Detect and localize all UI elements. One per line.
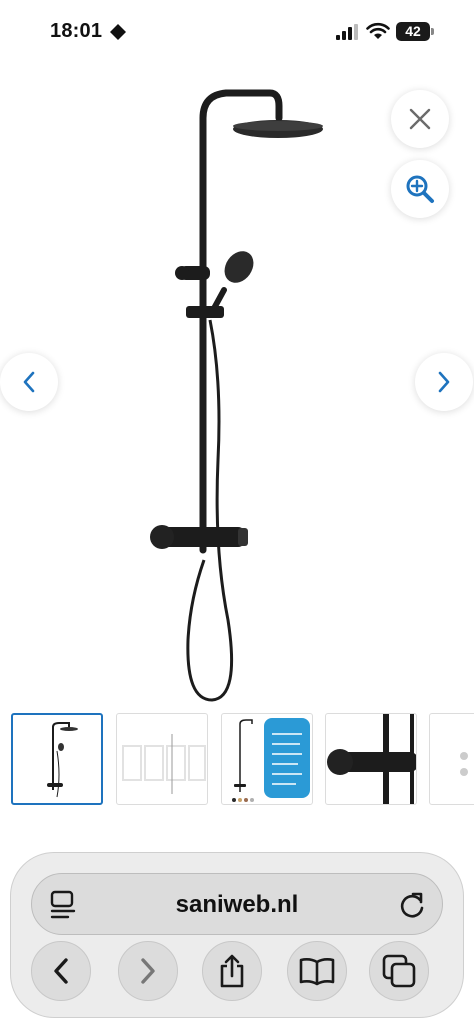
thumbnail-dimensions-image	[122, 734, 206, 794]
forward-button[interactable]	[118, 941, 178, 1001]
chevron-right-icon	[438, 371, 450, 393]
thumbnail-dimensions[interactable]	[116, 713, 208, 805]
forward-arrow-icon	[141, 958, 155, 984]
status-time: 18:01	[50, 20, 103, 42]
close-button[interactable]	[391, 90, 449, 148]
address-bar[interactable]: saniweb.nl	[31, 873, 443, 935]
url-text: saniweb.nl	[175, 891, 299, 918]
back-button[interactable]	[31, 941, 91, 1001]
thumbnail-shower-set[interactable]	[11, 713, 103, 805]
zoom-in-icon	[406, 175, 434, 203]
share-icon	[220, 954, 244, 988]
thumbnail-partial-image	[460, 752, 468, 776]
share-button[interactable]	[202, 941, 262, 1001]
back-arrow-icon	[54, 958, 68, 984]
chevron-left-icon	[23, 371, 35, 393]
thumbnail-thermostat-closeup[interactable]	[325, 713, 417, 805]
book-icon	[299, 958, 335, 986]
battery-tip	[431, 28, 434, 35]
thumbnail-partial[interactable]	[429, 713, 474, 805]
thumbnail-features-image	[232, 718, 310, 802]
tabs-button[interactable]	[369, 941, 429, 1001]
next-image-button[interactable]	[415, 353, 473, 411]
reload-icon[interactable]	[398, 890, 426, 920]
close-icon	[409, 108, 431, 130]
battery-indicator: 42	[396, 22, 430, 41]
zoom-button[interactable]	[391, 160, 449, 218]
thumbnail-thermostat-image	[327, 714, 416, 804]
location-diamond-icon	[110, 24, 126, 40]
bookmarks-button[interactable]	[287, 941, 347, 1001]
cellular-signal-icon	[336, 24, 358, 40]
browser-toolbar: saniweb.nl	[10, 852, 464, 1018]
tabs-icon	[382, 954, 416, 988]
wifi-icon	[366, 22, 390, 39]
status-bar: 18:01 42	[0, 0, 474, 64]
thumbnail-strip	[0, 712, 474, 808]
thumbnail-features[interactable]	[221, 713, 313, 805]
thumbnail-shower-image	[47, 722, 78, 798]
product-image	[150, 89, 323, 702]
previous-image-button[interactable]	[0, 353, 58, 411]
